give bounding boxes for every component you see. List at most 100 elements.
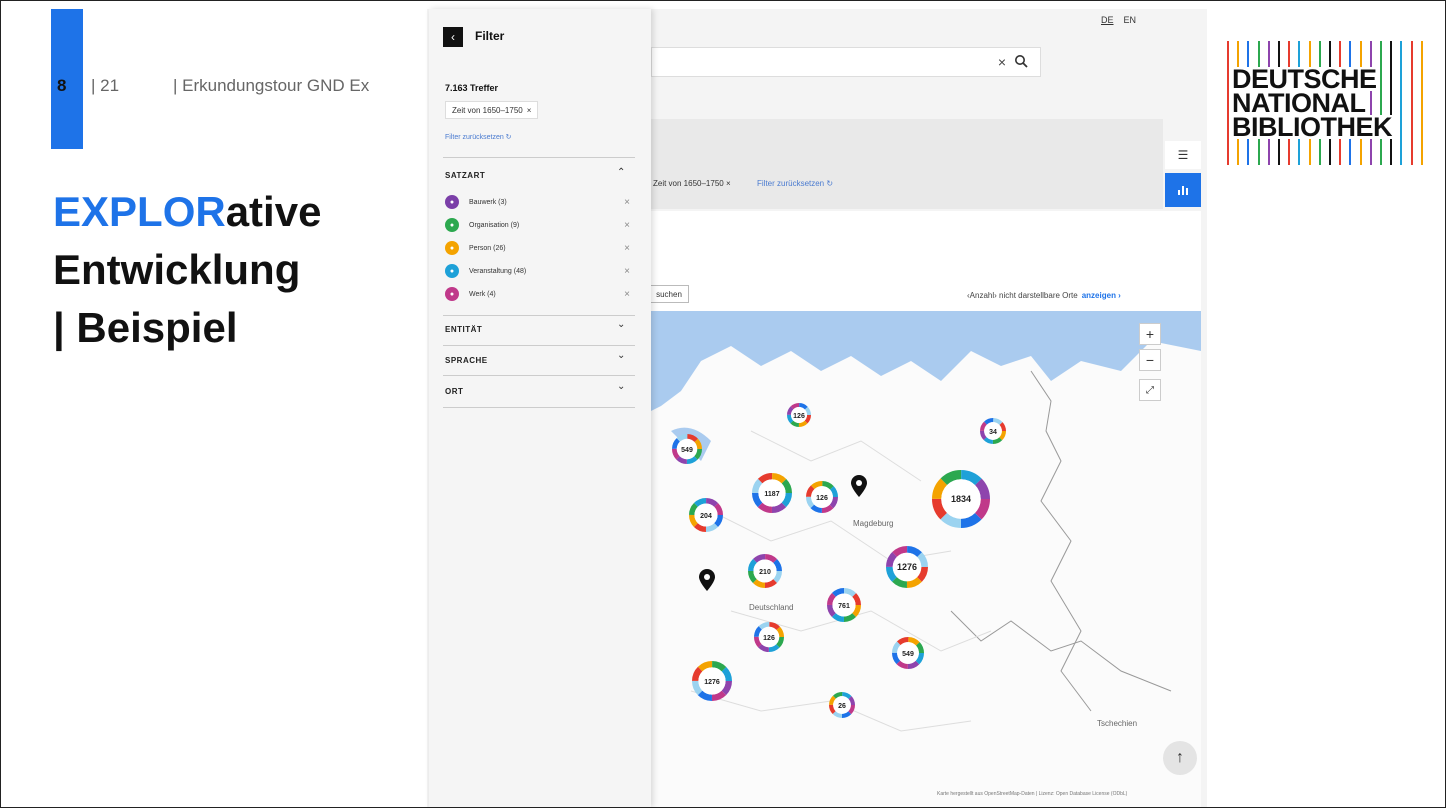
lang-en[interactable]: EN: [1124, 15, 1137, 25]
map-place-label: Tschechien: [1097, 719, 1138, 728]
chevron-up-icon[interactable]: ⌃: [617, 167, 625, 178]
logo-stripe: [1400, 41, 1403, 165]
cluster-count: 549: [681, 447, 693, 454]
show-hidden-places-link[interactable]: anzeigen ›: [1082, 291, 1121, 300]
time-filter-chip[interactable]: Zeit von 1650–1750 ×: [445, 101, 539, 119]
cluster-count: 204: [700, 513, 712, 520]
filter-panel: ‹ Filter 7.163 Treffer Zeit von 1650–175…: [429, 9, 651, 807]
chevron-down-icon[interactable]: ⌄: [617, 381, 625, 392]
organisation-icon: ●: [445, 218, 459, 232]
satzart-item[interactable]: ● Organisation (9) ×: [445, 216, 633, 234]
remove-item-icon[interactable]: ×: [621, 243, 633, 254]
presentation-slide: 8 | 21 | Erkundungstour GND Ex EXPLORati…: [0, 0, 1446, 808]
map-cluster[interactable]: 26: [828, 691, 856, 719]
dnb-logo: DEUTSCHE NATIONAL BIBLIOTHEK: [1227, 41, 1423, 165]
heading-line-3: | Beispiel: [53, 304, 238, 351]
heading-highlight: EXPLOR: [53, 188, 226, 235]
cluster-count: 549: [902, 651, 914, 658]
slide-heading: EXPLORative Entwicklung | Beispiel: [53, 183, 321, 357]
map-cluster[interactable]: 126: [787, 403, 811, 427]
logo-stripe: [1227, 41, 1229, 165]
slide-topic: | Erkundungstour GND Ex: [173, 76, 370, 95]
logo-text: DEUTSCHE NATIONAL BIBLIOTHEK: [1231, 66, 1393, 142]
cluster-count: 1187: [764, 491, 779, 498]
map-cluster[interactable]: 761: [827, 588, 861, 622]
remove-item-icon[interactable]: ×: [621, 266, 633, 277]
chevron-down-icon[interactable]: ⌄: [617, 350, 625, 361]
cluster-count: 126: [763, 635, 775, 642]
chevron-down-icon[interactable]: ⌄: [617, 319, 625, 330]
divider: [443, 345, 635, 346]
filter-title: Filter: [475, 29, 505, 43]
map-place-label: Deutschland: [749, 603, 794, 612]
map-cluster[interactable]: 1276: [886, 546, 928, 588]
cluster-count: 761: [838, 603, 850, 610]
section-entitaet[interactable]: ENTITÄT: [445, 325, 482, 334]
cluster-count: 1276: [704, 679, 720, 686]
satzart-item[interactable]: ● Werk (4) ×: [445, 285, 633, 303]
reset-filters-link[interactable]: Filter zurücksetzen ↻: [445, 133, 512, 141]
scroll-to-top-button[interactable]: ↑: [1163, 741, 1197, 775]
search-input[interactable]: ×: [651, 47, 1041, 77]
map-cluster[interactable]: 549: [892, 637, 924, 669]
work-icon: ●: [445, 287, 459, 301]
section-ort[interactable]: ORT: [445, 387, 463, 396]
map-cluster[interactable]: 204: [689, 498, 723, 532]
map-pin-icon[interactable]: [699, 569, 715, 591]
close-filter-button[interactable]: ‹: [443, 27, 463, 47]
reset-filter-link[interactable]: Filter zurücksetzen ↻: [757, 179, 833, 188]
map-cluster[interactable]: 126: [806, 481, 838, 513]
chart-view-icon[interactable]: [1165, 173, 1201, 207]
satzart-item-label: Werk (4): [469, 290, 496, 298]
person-icon: ●: [445, 241, 459, 255]
hidden-places-info: ‹Anzahl› nicht darstellbare Orte anzeigen…: [967, 291, 1121, 300]
fullscreen-icon[interactable]: ⤢: [1139, 379, 1161, 401]
satzart-item[interactable]: ● Veranstaltung (48) ×: [445, 262, 633, 280]
map-attribution: Karte hergestellt aus OpenStreetMap-Date…: [937, 791, 1128, 797]
clear-search-icon[interactable]: ×: [998, 54, 1006, 70]
divider: [443, 315, 635, 316]
results-header: [651, 119, 1163, 209]
satzart-item-label: Bauwerk (3): [469, 198, 507, 206]
logo-line-3: BIBLIOTHEK: [1231, 112, 1393, 142]
language-switch: DE EN: [1101, 15, 1136, 25]
cluster-count: 34: [989, 429, 997, 436]
list-view-icon[interactable]: ☰: [1165, 141, 1201, 169]
map-cluster[interactable]: 1187: [752, 473, 792, 513]
search-area-button[interactable]: suchen: [649, 285, 689, 303]
satzart-item[interactable]: ● Person (26) ×: [445, 239, 633, 257]
satzart-item-label: Organisation (9): [469, 221, 520, 229]
remove-item-icon[interactable]: ×: [621, 197, 633, 208]
map-cluster[interactable]: 210: [748, 554, 782, 588]
divider: [443, 375, 635, 376]
map-cluster[interactable]: 126: [753, 621, 785, 653]
cluster-count: 26: [838, 703, 846, 710]
slide-accent-bar: [51, 9, 83, 149]
satzart-item-label: Veranstaltung (48): [469, 267, 527, 275]
lang-de[interactable]: DE: [1101, 15, 1114, 25]
hit-count: 7.163 Treffer: [445, 83, 499, 93]
remove-item-icon[interactable]: ×: [621, 220, 633, 231]
slide-number: 8: [57, 76, 67, 95]
map-cluster[interactable]: 1834: [931, 469, 991, 529]
cluster-count: 1276: [897, 562, 917, 572]
zoom-in-button[interactable]: +: [1139, 323, 1161, 345]
map-place-label: Magdeburg: [853, 519, 894, 528]
section-sprache[interactable]: SPRACHE: [445, 356, 488, 365]
remove-item-icon[interactable]: ×: [621, 289, 633, 300]
divider: [443, 157, 635, 158]
heading-rest: ative: [225, 188, 322, 235]
map-cluster[interactable]: 549: [671, 433, 703, 465]
search-icon[interactable]: [1014, 54, 1028, 71]
zoom-out-button[interactable]: −: [1139, 349, 1161, 371]
time-filter-label: Zeit von 1650–1750: [452, 105, 523, 115]
map-pin-icon[interactable]: [851, 475, 867, 497]
map-cluster[interactable]: 34: [979, 417, 1007, 445]
remove-chip-icon[interactable]: ×: [527, 106, 532, 115]
active-filter-chip[interactable]: Zeit von 1650–1750 ×: [653, 179, 731, 188]
cluster-count: 126: [793, 413, 805, 420]
map-cluster[interactable]: 1276: [692, 661, 732, 701]
section-satzart[interactable]: SATZART: [445, 171, 485, 180]
cluster-count: 126: [816, 495, 828, 502]
satzart-item[interactable]: ● Bauwerk (3) ×: [445, 193, 633, 211]
